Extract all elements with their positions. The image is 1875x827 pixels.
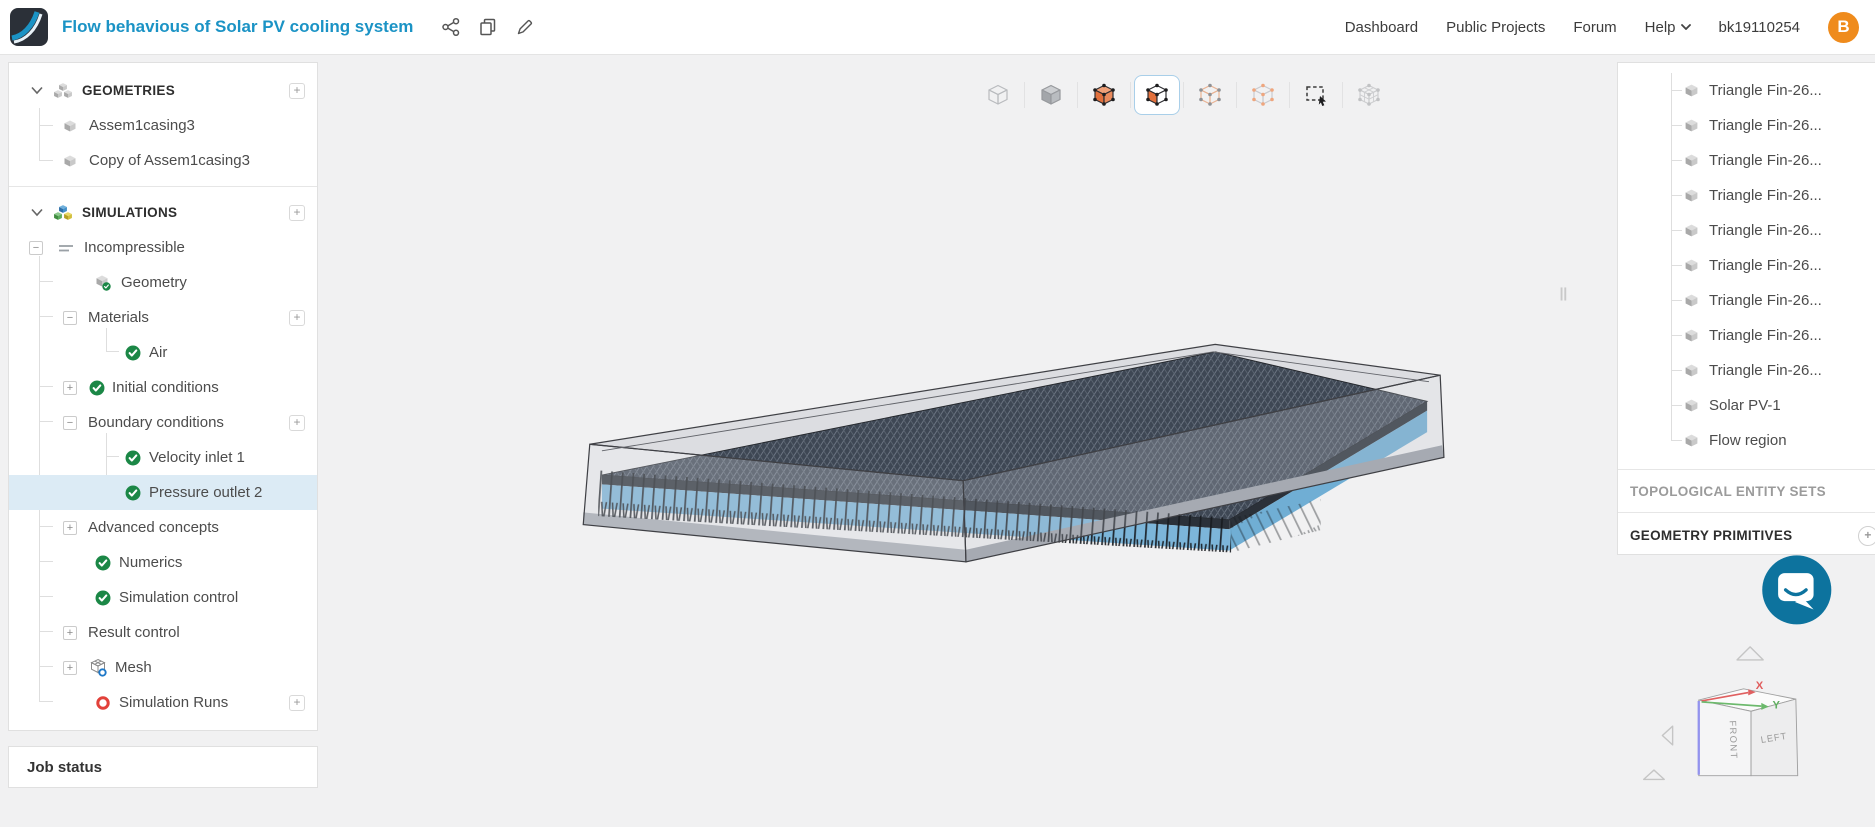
rotate-up-arrow[interactable] [1736,646,1764,661]
select-edge-icon[interactable] [1187,75,1233,115]
top-bar: Flow behavious of Solar PV cooling syste… [0,0,1875,55]
chat-bubble-button[interactable] [1762,555,1832,625]
orientation-cube[interactable]: X Y FRONT LEFT [1697,680,1799,777]
rotate-left-arrow[interactable] [1661,725,1674,746]
front-face-label: FRONT [1728,720,1739,759]
nav-public-projects[interactable]: Public Projects [1446,19,1545,36]
project-title: Flow behavious of Solar PV cooling syste… [62,17,414,36]
rotate-down-arrow[interactable] [1642,769,1665,781]
mesh-view-icon [1346,75,1392,115]
chevron-down-icon [1680,24,1691,30]
nav-forum[interactable]: Forum [1573,19,1616,36]
solid-view-icon[interactable] [1028,75,1074,115]
toolbar-separator [1183,82,1184,108]
box-select-icon[interactable] [1293,75,1339,115]
share-icon[interactable] [441,17,461,37]
application-window: Flow behavious of Solar PV cooling syste… [0,0,1875,827]
top-navigation: Dashboard Public Projects Forum Help bk1… [1345,11,1859,43]
panel-resize-handle[interactable] [1560,287,1567,301]
toolbar-separator [1289,82,1290,108]
isometric-view-icon[interactable] [975,75,1021,115]
toolbar-separator [1024,82,1025,108]
select-vertex-icon[interactable] [1240,75,1286,115]
solar-pv-model[interactable] [582,343,1445,563]
toolbar-separator [1342,82,1343,108]
logo-swoosh-icon [11,11,43,44]
viewport-toolbar [975,73,1392,117]
help-label: Help [1644,18,1676,36]
select-face-icon[interactable] [1134,75,1180,115]
toolbar-separator [1130,82,1131,108]
viewport-3d[interactable]: X Y FRONT LEFT [0,55,1875,827]
toolbar-separator [1077,82,1078,108]
app-logo[interactable] [10,8,48,46]
user-avatar[interactable]: B [1828,11,1859,43]
y-axis-label: Y [1773,699,1781,711]
x-axis-label: X [1756,680,1764,692]
username[interactable]: bk19110254 [1719,19,1800,36]
nav-dashboard[interactable]: Dashboard [1345,19,1418,36]
edit-icon[interactable] [515,17,535,37]
select-volume-icon[interactable] [1081,75,1127,115]
toolbar-separator [1236,82,1237,108]
duplicate-icon[interactable] [478,17,498,37]
help-menu[interactable]: Help [1645,19,1691,36]
